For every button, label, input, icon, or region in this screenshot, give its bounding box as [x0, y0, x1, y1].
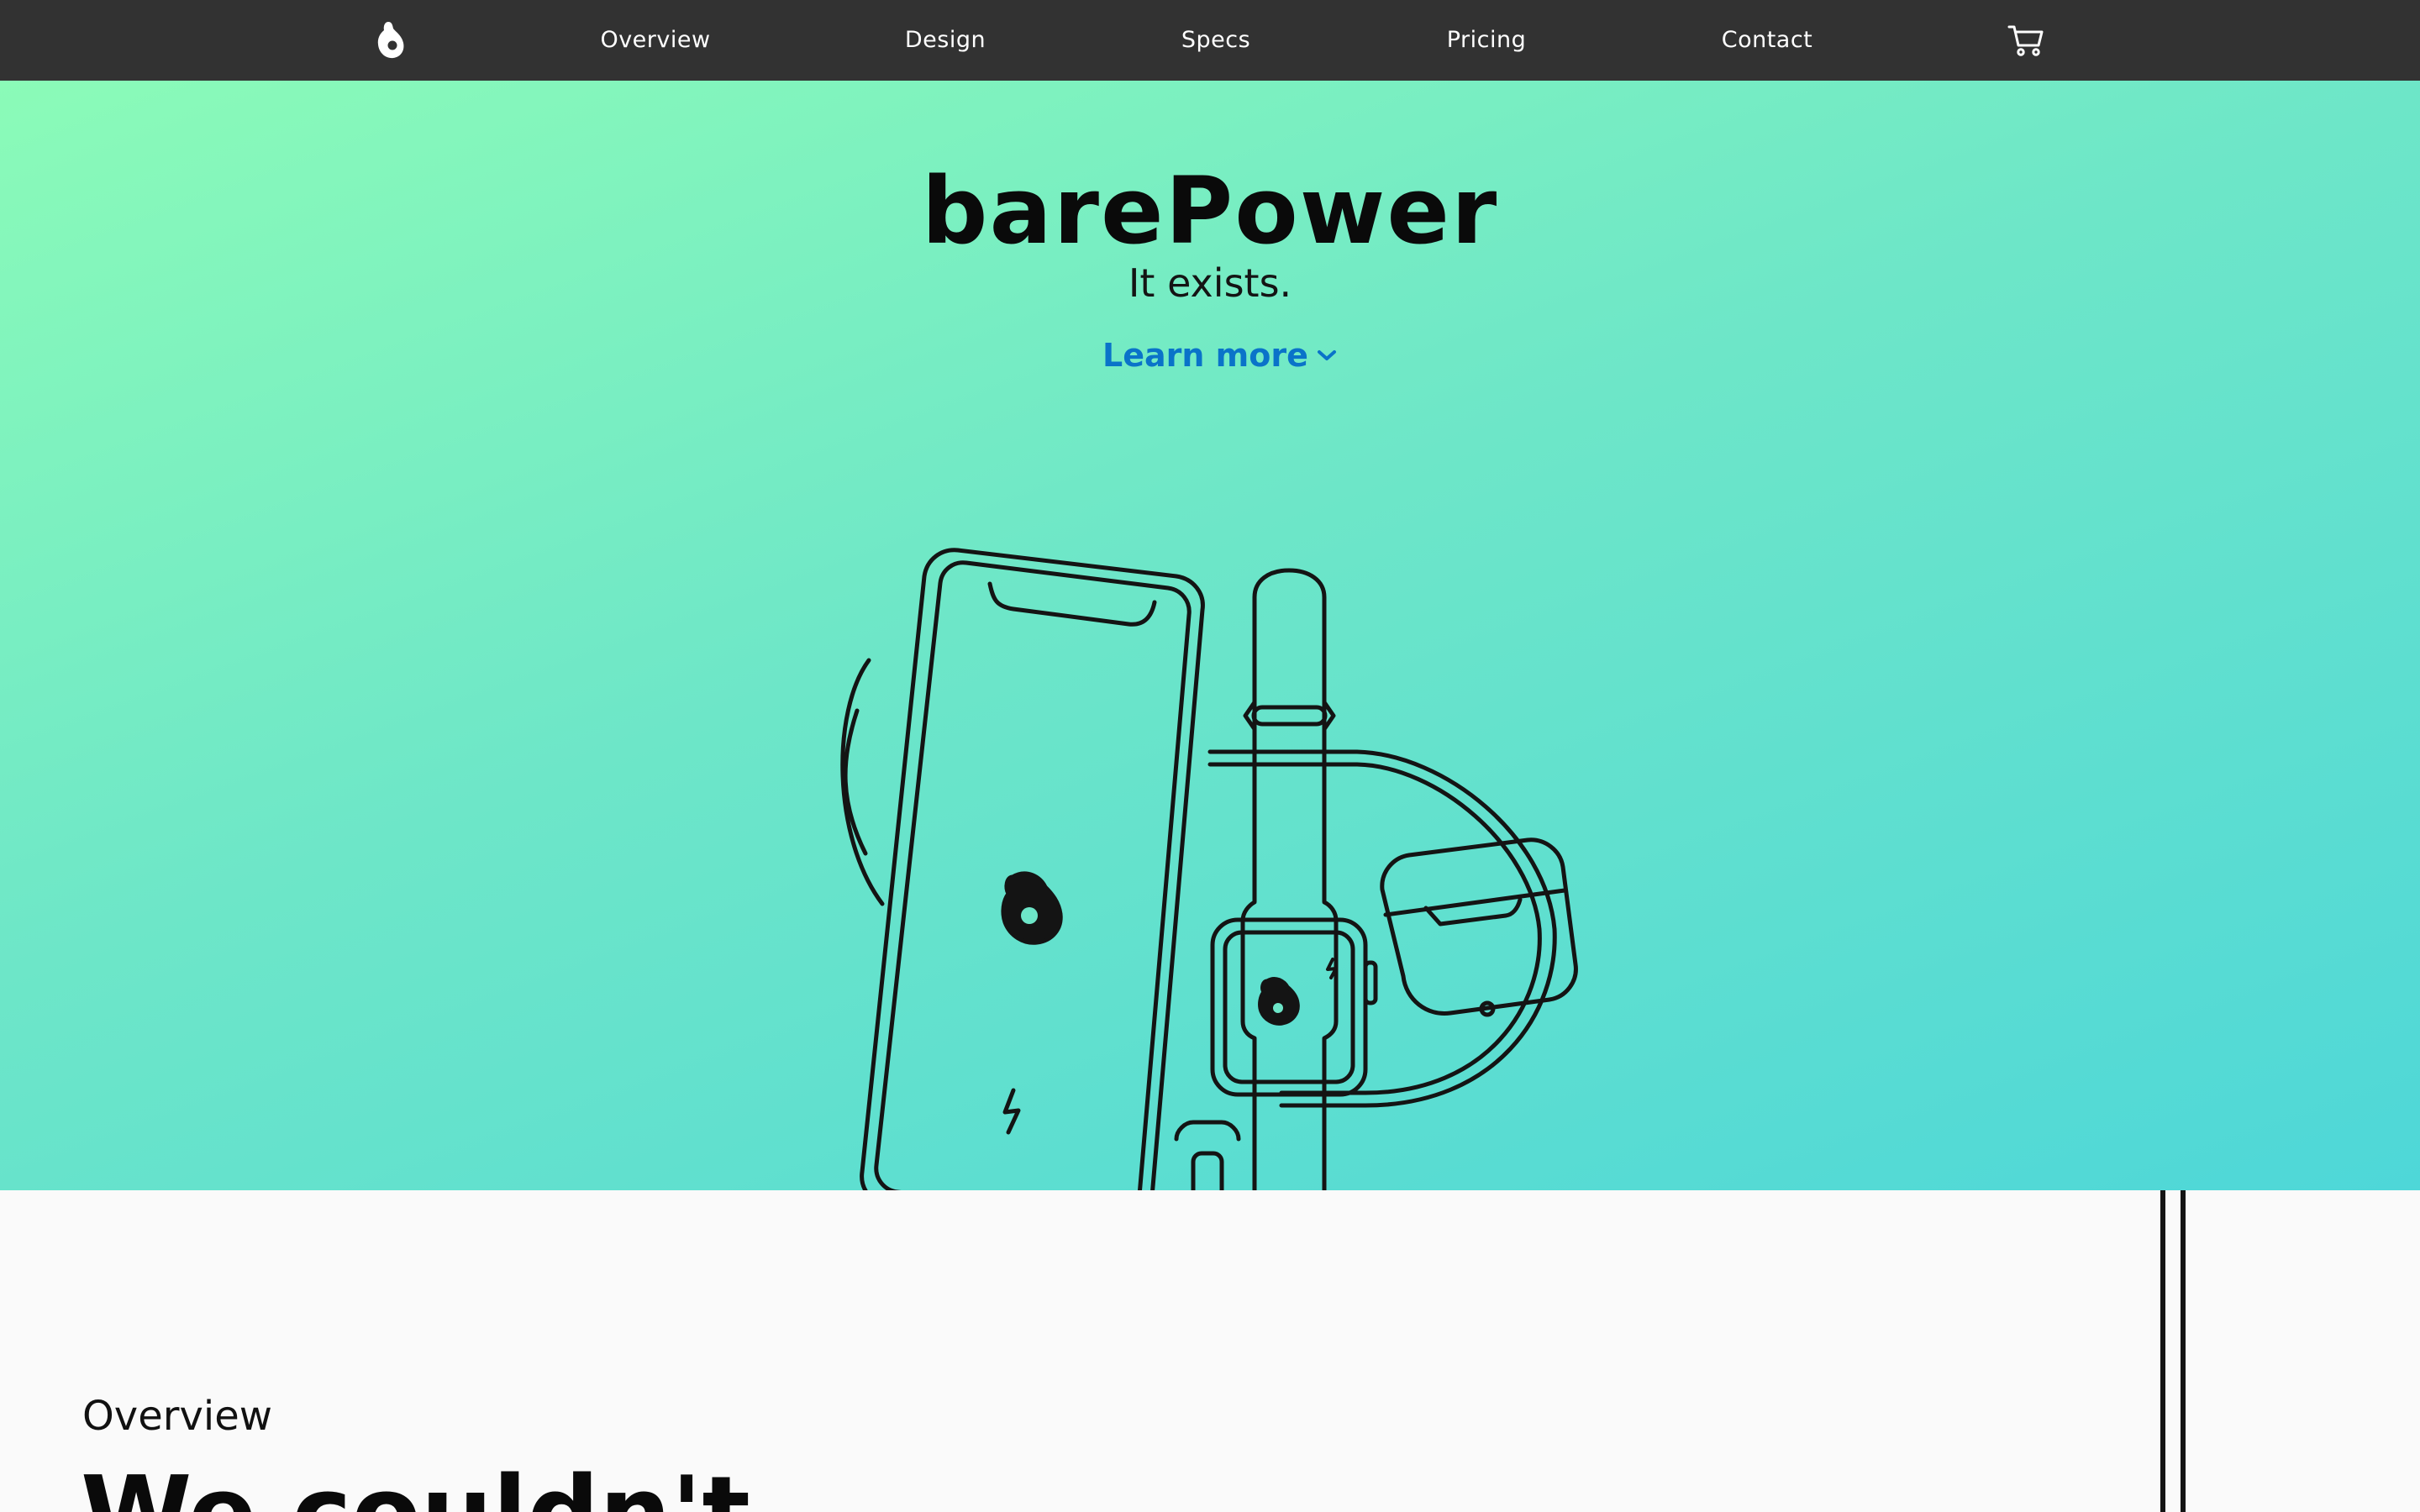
hero-title: barePower — [921, 157, 1499, 265]
phone-bolt-icon — [1002, 1088, 1021, 1135]
shopping-cart-icon[interactable] — [2007, 22, 2045, 59]
watch-outline — [1210, 568, 1378, 1190]
charger-illustration — [840, 548, 1578, 1190]
learn-more-label: Learn more — [1102, 337, 1308, 374]
watch-avocado-icon — [1258, 977, 1300, 1026]
charging-pad-rim — [1207, 749, 1557, 1108]
nav-link-specs[interactable]: Specs — [1181, 0, 1250, 81]
nav-link-design[interactable]: Design — [905, 0, 986, 81]
charging-pad-outline — [840, 658, 885, 906]
top-navigation-bar: Overview Design Specs Pricing Contact — [0, 0, 2420, 81]
overview-section-label: Overview — [82, 1393, 272, 1440]
hero-section: barePower It exists. Learn more — [0, 81, 2420, 1190]
avocado-logo-icon[interactable] — [370, 18, 413, 62]
hero-subtitle: It exists. — [1128, 260, 1292, 306]
nav-link-pricing[interactable]: Pricing — [1447, 0, 1527, 81]
nav-link-overview[interactable]: Overview — [600, 0, 710, 81]
learn-more-link[interactable]: Learn more — [1102, 333, 1337, 378]
phone-avocado-icon — [1001, 871, 1063, 945]
phone-outline — [860, 548, 1205, 1190]
overview-headline: We couldn't — [81, 1464, 750, 1512]
overview-section: Overview We couldn't — [0, 1190, 2420, 1512]
nav-link-contact[interactable]: Contact — [1722, 0, 1813, 81]
cable-line-decoration — [2160, 1190, 2186, 1512]
chevron-down-icon — [1317, 350, 1336, 360]
